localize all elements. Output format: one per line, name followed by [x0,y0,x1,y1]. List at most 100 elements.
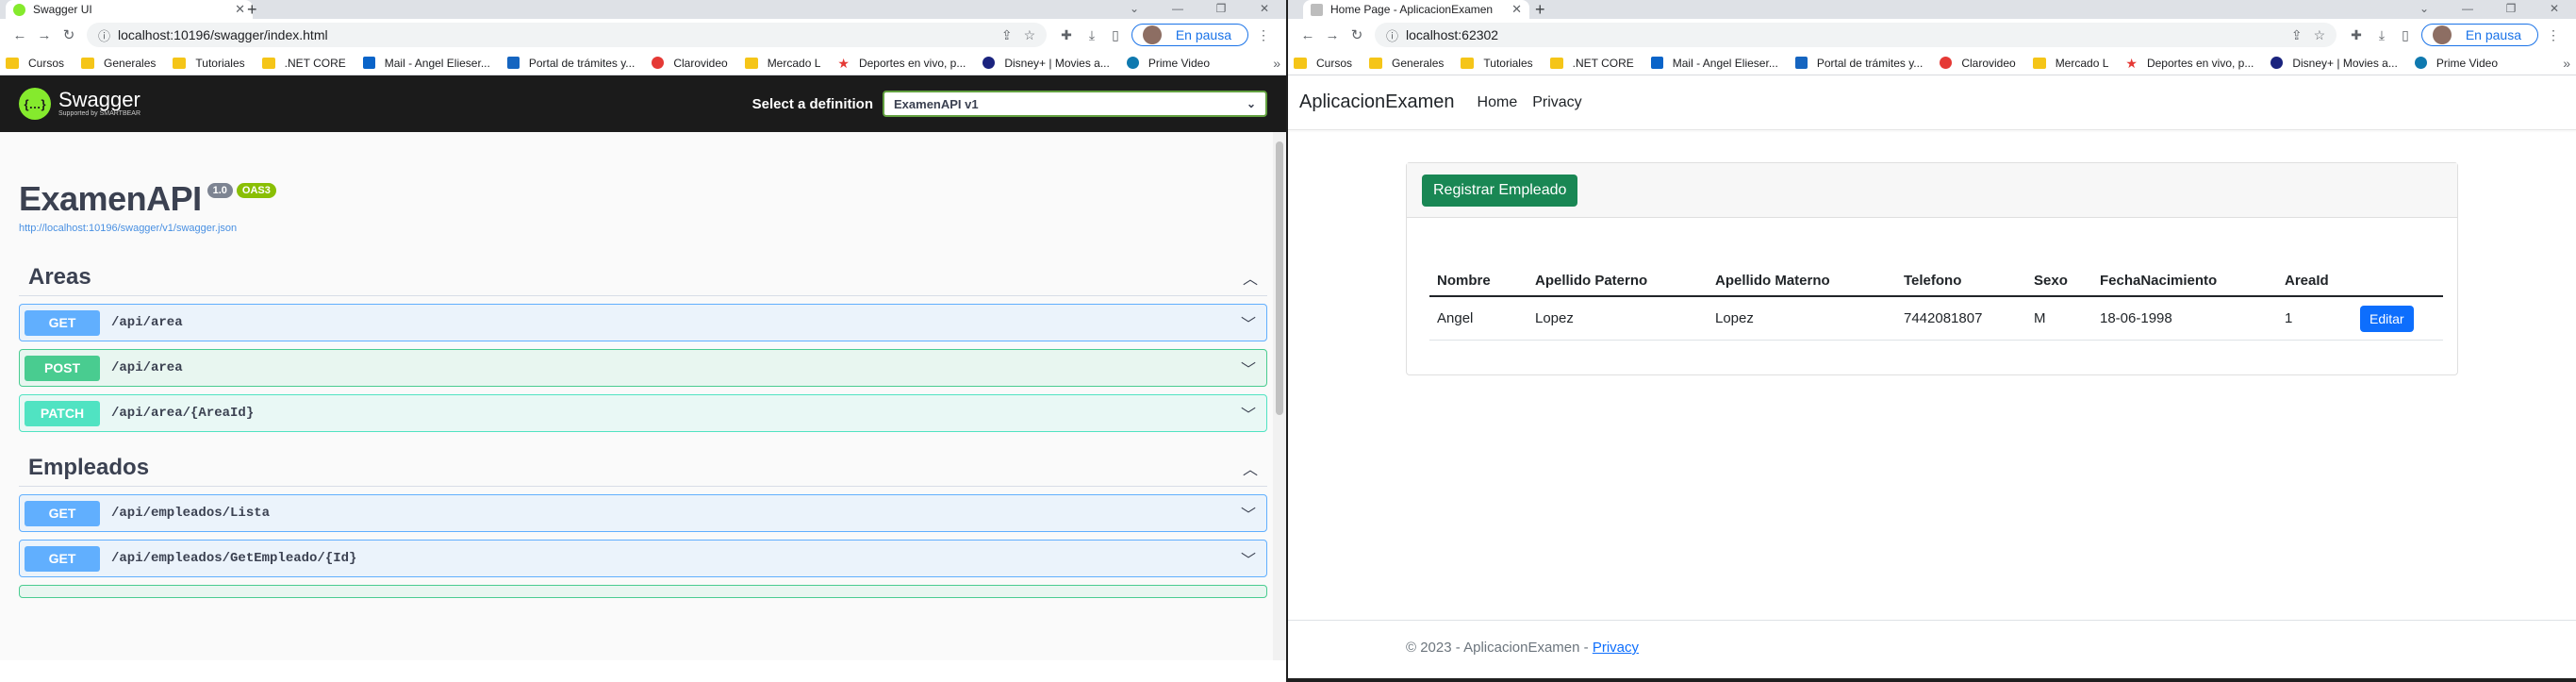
bookmark-item[interactable]: Cursos [6,57,64,70]
chevron-down-icon[interactable]: ﹀ [1241,502,1256,524]
window-bottom-edge [1288,678,2576,682]
bookmark-item[interactable]: Prime Video [1126,57,1210,70]
operation-row[interactable]: GET /api/empleados/GetEmpleado/{Id} ﹀ [19,540,1267,577]
close-tab-icon[interactable]: ✕ [1511,2,1522,17]
operation-row-partial[interactable] [19,585,1267,598]
back-icon[interactable]: ← [8,27,32,43]
bookmark-label: Tutoriales [195,56,245,70]
section-empleados[interactable]: Empleados ︿ [19,449,1267,487]
bookmark-item[interactable]: .NET CORE [1549,57,1634,70]
collapse-icon[interactable]: ⌄ [1113,0,1156,19]
bookmark-item[interactable]: Generales [81,57,156,70]
bookmark-item[interactable]: Mercado L [2032,57,2108,70]
extensions-icon[interactable]: ✚ [1061,27,1072,43]
reload-icon[interactable]: ↻ [1345,26,1369,43]
spec-link[interactable]: http://localhost:10196/swagger/v1/swagge… [19,223,1267,234]
browser-tab[interactable]: Home Page - AplicacionExamen ✕ [1303,0,1529,19]
operation-row[interactable]: POST /api/area ﹀ [19,349,1267,387]
more-bookmarks-icon[interactable]: » [2563,56,2570,71]
bookmark-item[interactable]: Tutoriales [1461,57,1533,70]
bookmark-item[interactable]: Portal de trámites y... [1794,57,1923,70]
method-badge: POST [25,355,100,381]
bookmark-label: Clarovideo [1961,56,2016,70]
scrollbar-thumb[interactable] [1276,141,1283,415]
bookmark-item[interactable]: Portal de trámites y... [506,57,635,70]
close-window-icon[interactable]: ✕ [2533,0,2576,19]
site-info-icon[interactable]: ⓘ [98,26,110,44]
operation-path: /api/area [111,315,183,330]
chevron-up-icon[interactable]: ︿ [1243,266,1258,289]
definition-select[interactable]: ExamenAPI v1 ⌄ [883,91,1267,117]
footer-privacy-link[interactable]: Privacy [1593,640,1639,656]
browser-tab[interactable]: Swagger UI ✕ [6,0,253,19]
section-areas[interactable]: Areas ︿ [19,258,1267,296]
bookmark-item[interactable]: Clarovideo [652,57,728,70]
more-bookmarks-icon[interactable]: » [1273,56,1280,71]
bookmark-item[interactable]: .NET CORE [261,57,346,70]
bookmark-item[interactable]: Mail - Angel Elieser... [1650,57,1778,70]
extensions-icon[interactable]: ✚ [2351,27,2362,43]
bookmark-item[interactable]: Tutoriales [173,56,245,70]
minimize-icon[interactable]: — [2446,0,2489,19]
address-bar[interactable]: ⓘ localhost:62302 ⇪ ☆ [1375,23,2337,47]
app-brand[interactable]: AplicacionExamen [1299,91,1455,113]
operation-row[interactable]: GET /api/empleados/Lista ﹀ [19,494,1267,532]
chevron-down-icon[interactable]: ﹀ [1241,402,1256,424]
bookmark-item[interactable]: Generales [1369,57,1444,70]
restore-icon[interactable]: ❐ [2489,0,2533,19]
download-icon[interactable]: ⤓ [2379,27,2385,43]
reload-icon[interactable]: ↻ [57,26,81,43]
portal-icon [506,57,520,69]
operation-path: /api/area [111,360,183,375]
site-info-icon[interactable]: ⓘ [1386,26,1398,44]
side-panel-icon[interactable]: ▯ [1112,27,1119,43]
back-icon[interactable]: ← [1296,27,1320,43]
menu-icon[interactable]: ⋮ [2547,27,2560,43]
bookmark-item[interactable]: Disney+ | Movies a... [2271,57,2398,70]
bookmark-item[interactable]: Clarovideo [1940,56,2016,70]
bookmark-item[interactable]: Disney+ | Movies a... [983,57,1110,70]
nav-privacy[interactable]: Privacy [1532,94,1581,111]
download-icon[interactable]: ⤓ [1089,27,1095,43]
bookmark-label: Mail - Angel Elieser... [384,56,490,70]
bookmark-star-icon[interactable]: ☆ [2314,27,2326,43]
register-employee-button[interactable]: Registrar Empleado [1422,174,1578,207]
chevron-down-icon[interactable]: ﹀ [1241,311,1256,334]
collapse-icon[interactable]: ⌄ [2403,0,2446,19]
profile-paused-button[interactable]: En pausa [1131,24,1248,46]
bookmark-item[interactable]: Mail - Angel Elieser... [362,56,490,70]
operation-row[interactable]: GET /api/area ﹀ [19,304,1267,341]
close-tab-icon[interactable]: ✕ [235,2,245,17]
bookmark-item[interactable]: ★ Deportes en vivo, p... [837,57,966,70]
address-bar[interactable]: ⓘ localhost:10196/swagger/index.html ⇪ ☆ [87,23,1048,47]
chevron-down-icon[interactable]: ﹀ [1241,547,1256,570]
scrollbar[interactable] [1273,132,1286,660]
new-tab-button[interactable]: + [1535,0,1545,19]
folder-icon [1461,57,1475,69]
chevron-up-icon[interactable]: ︿ [1243,457,1258,479]
folder-icon [81,57,95,69]
bookmark-item[interactable]: Cursos [1294,57,1352,70]
nav-home[interactable]: Home [1478,94,1518,111]
bookmark-item[interactable]: Mercado L [744,57,820,70]
profile-paused-button[interactable]: En pausa [2420,24,2538,46]
share-icon[interactable]: ⇪ [2291,27,2303,43]
operation-row[interactable]: PATCH /api/area/{AreaId} ﹀ [19,394,1267,432]
bookmark-star-icon[interactable]: ☆ [1024,27,1036,43]
bookmark-item[interactable]: Prime Video [2414,57,2498,70]
swagger-content: ExamenAPI 1.0 OAS3 http://localhost:1019… [0,132,1286,660]
forward-icon[interactable]: → [1320,27,1345,43]
share-icon[interactable]: ⇪ [1001,27,1013,43]
minimize-icon[interactable]: — [1156,0,1199,19]
operation-path: /api/area/{AreaId} [111,406,255,421]
side-panel-icon[interactable]: ▯ [2402,27,2409,43]
restore-icon[interactable]: ❐ [1199,0,1243,19]
new-tab-button[interactable]: + [247,0,257,19]
bookmark-item[interactable]: ★ Deportes en vivo, p... [2125,57,2254,70]
menu-icon[interactable]: ⋮ [1257,27,1270,43]
forward-icon[interactable]: → [32,27,57,43]
edit-button[interactable]: Editar [2360,305,2414,332]
close-window-icon[interactable]: ✕ [1243,0,1286,19]
swagger-logo-icon: {…} [19,88,51,120]
chevron-down-icon[interactable]: ﹀ [1241,357,1256,379]
